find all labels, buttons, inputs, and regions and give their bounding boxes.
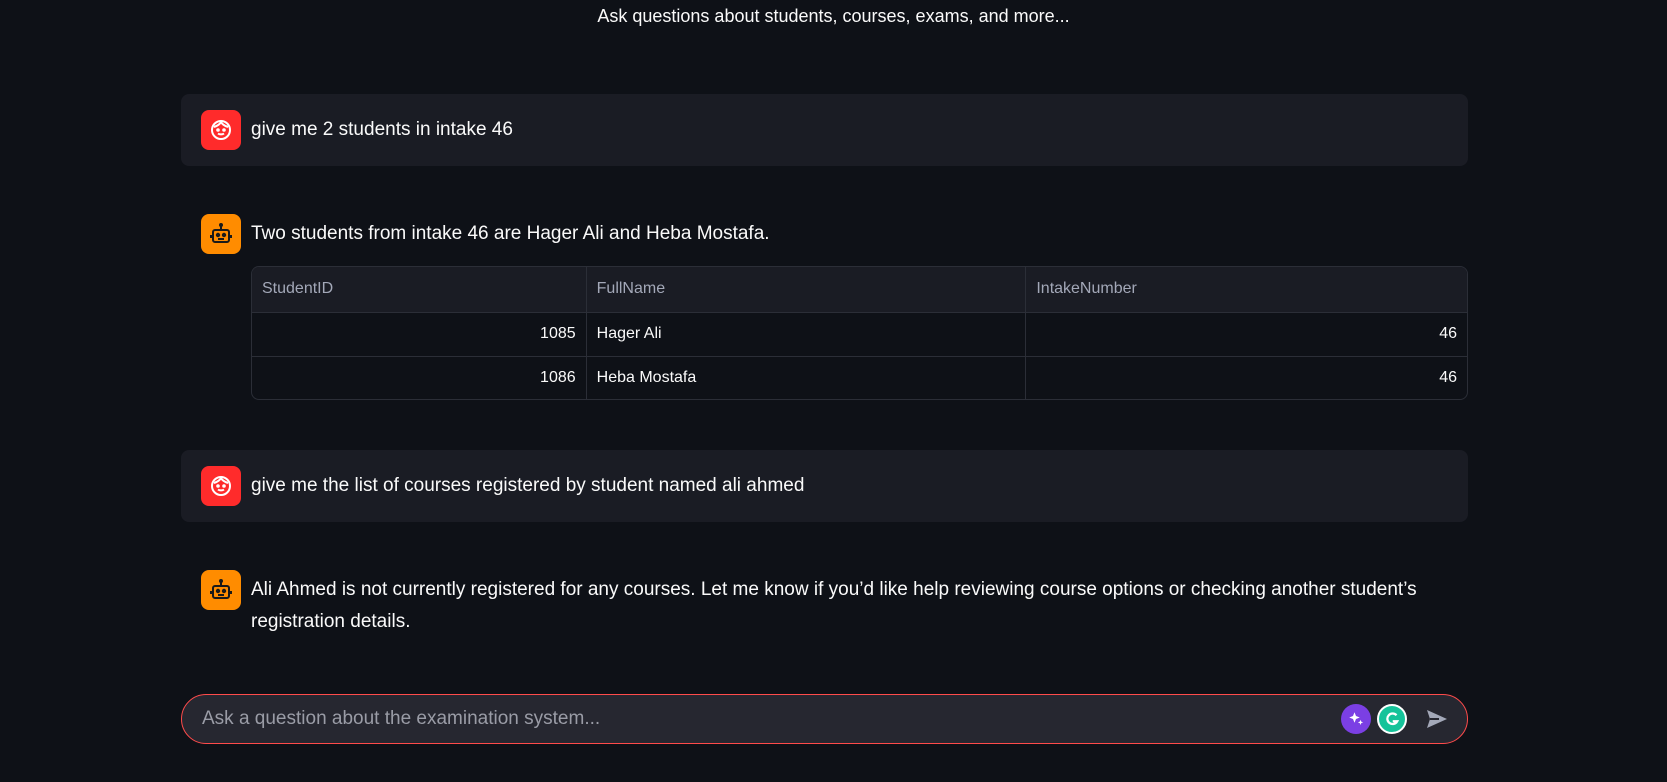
table-cell[interactable]: 1085 xyxy=(252,312,587,357)
chat-message-assistant: Ali Ahmed is not currently registered fo… xyxy=(181,554,1468,654)
table-row: 1086 Heba Mostafa 46 xyxy=(252,356,1467,399)
message-text: give me 2 students in intake 46 xyxy=(251,119,513,140)
face-icon xyxy=(211,119,231,140)
face-icon xyxy=(211,475,231,496)
students-table: StudentID FullName IntakeNumber 1085 Hag… xyxy=(251,266,1468,400)
robot-icon xyxy=(210,579,232,599)
column-header-fullname[interactable]: FullName xyxy=(586,267,1027,313)
table-cell[interactable]: Hager Ali xyxy=(586,312,1027,357)
table-header-row: StudentID FullName IntakeNumber xyxy=(252,267,1467,313)
sparkle-icon[interactable] xyxy=(1341,704,1371,734)
message-text: Ali Ahmed is not currently registered fo… xyxy=(251,579,1417,632)
send-icon xyxy=(1427,710,1447,728)
send-button[interactable] xyxy=(1421,703,1453,735)
table-cell[interactable]: Heba Mostafa xyxy=(586,356,1027,399)
message-text: give me the list of courses registered b… xyxy=(251,475,805,496)
chat-input[interactable] xyxy=(202,708,1335,730)
column-header-intakenumber[interactable]: IntakeNumber xyxy=(1025,267,1467,313)
chat-message-user: give me the list of courses registered b… xyxy=(181,450,1468,522)
robot-icon xyxy=(210,223,232,243)
table-cell[interactable]: 46 xyxy=(1025,312,1467,357)
page-subtitle: Ask questions about students, courses, e… xyxy=(597,6,1070,26)
user-avatar xyxy=(201,110,241,150)
table-cell[interactable]: 46 xyxy=(1026,356,1467,399)
chat-input-container xyxy=(181,694,1468,744)
table-cell[interactable]: 1086 xyxy=(252,356,587,399)
column-header-studentid[interactable]: StudentID xyxy=(252,267,587,313)
grammarly-icon[interactable] xyxy=(1377,704,1407,734)
user-avatar xyxy=(201,466,241,506)
chat-message-user: give me 2 students in intake 46 xyxy=(181,94,1468,166)
table-row: 1085 Hager Ali 46 xyxy=(252,312,1467,357)
assistant-avatar xyxy=(201,214,241,254)
message-text: Two students from intake 46 are Hager Al… xyxy=(251,223,770,244)
assistant-avatar xyxy=(201,570,241,610)
chat-message-assistant: Two students from intake 46 are Hager Al… xyxy=(181,198,1468,270)
